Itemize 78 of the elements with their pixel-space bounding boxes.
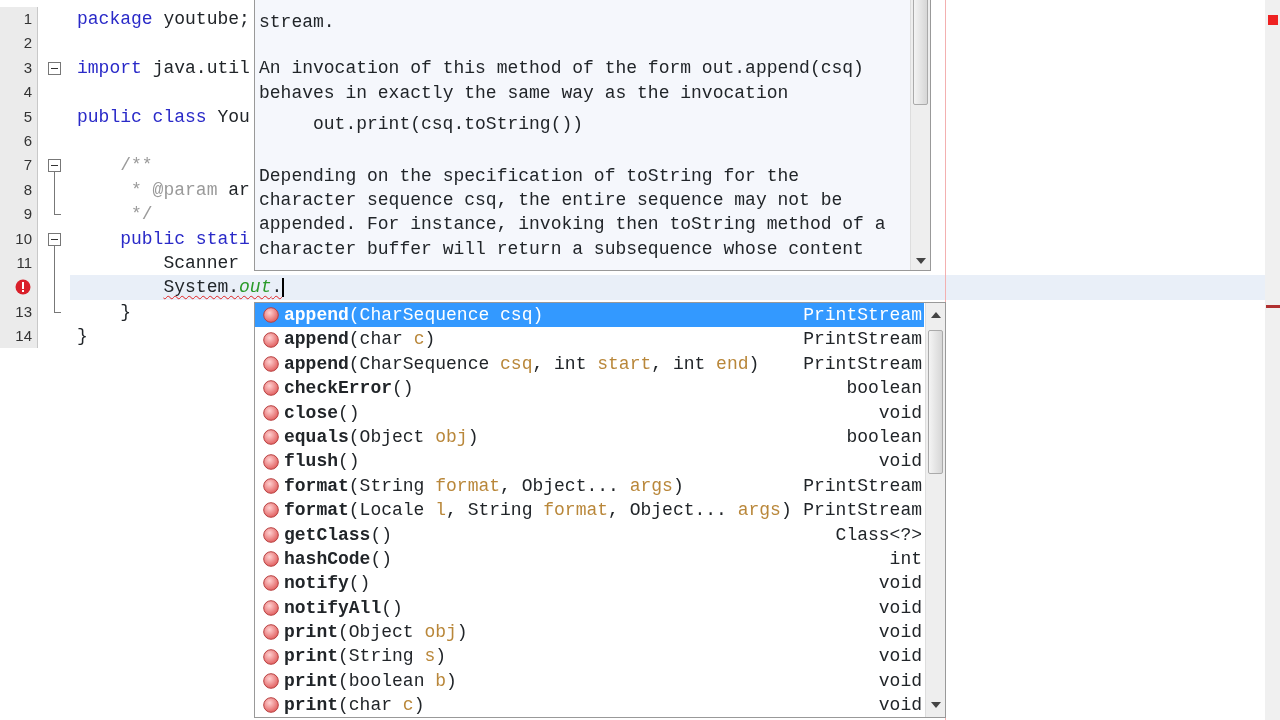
method-icon (263, 404, 279, 421)
completion-item[interactable]: print(String s) void (255, 644, 924, 669)
scrollbar-thumb[interactable] (913, 0, 928, 105)
method-icon (263, 307, 279, 324)
completion-item[interactable]: notifyAll() void (255, 595, 924, 621)
code-line: public class You (77, 106, 250, 127)
completion-item[interactable]: print(Object obj) void (255, 620, 924, 645)
error-marker[interactable] (1268, 15, 1278, 25)
line-number: 11 (16, 252, 32, 273)
completion-item[interactable]: close() void (255, 400, 924, 425)
completion-item[interactable]: notify() void (255, 571, 924, 596)
line-number: 1 (23, 9, 32, 29)
completion-item[interactable]: flush() void (255, 449, 924, 474)
error-marker[interactable] (1266, 305, 1280, 308)
completion-item[interactable]: format(Locale l, String format, Object... args) PrintStream (255, 498, 924, 523)
line-number: 10 (15, 228, 32, 249)
method-icon (263, 453, 279, 470)
collapse-icon[interactable] (48, 61, 61, 75)
completion-item[interactable]: append(CharSequence csq, int start, int end) PrintStream (255, 351, 924, 377)
doc-text: An invocation of this method of the form out.append(csq) (259, 57, 865, 81)
code-line: */ (130, 204, 153, 225)
line-number: 2 (23, 33, 32, 54)
method-icon (263, 697, 279, 714)
doc-text: stream. (259, 11, 336, 34)
code-line: * @param ar (130, 179, 250, 200)
doc-text: character buffer will return a subsequence whose content (259, 237, 865, 261)
method-icon (263, 551, 279, 568)
line-number: 3 (23, 57, 32, 78)
method-icon (263, 331, 279, 348)
completion-item[interactable]: equals(Object obj) boolean (255, 424, 924, 450)
scrollbar[interactable] (910, 0, 930, 270)
scroll-down-icon[interactable] (916, 258, 926, 264)
completion-item[interactable]: hashCode() int (255, 546, 924, 572)
code-line: import java.util (77, 57, 250, 78)
line-number: 8 (23, 179, 32, 200)
code-line: /** (119, 155, 153, 176)
collapse-icon[interactable] (48, 159, 61, 173)
completion-item[interactable]: append(char c) PrintStream (255, 327, 924, 352)
scroll-down-icon[interactable] (931, 702, 941, 708)
line-number: 13 (15, 301, 32, 322)
method-icon (263, 502, 279, 519)
code-line: package youtube; (77, 9, 250, 29)
completion-item[interactable]: print(char c) void (255, 693, 924, 717)
code-line: public stati (119, 228, 250, 249)
doc-text: character sequence csq, the entire sequence may not be (259, 188, 844, 212)
method-icon (263, 624, 279, 641)
method-icon (263, 380, 279, 397)
code-sample: out.print(csq.toString()) (313, 113, 585, 137)
method-icon (263, 575, 279, 592)
doc-text: behaves in exactly the same way as the invocation (259, 81, 790, 105)
code-line: Scanner (162, 252, 240, 273)
method-icon (263, 355, 279, 372)
line-number: 4 (23, 82, 32, 103)
code-line: } (119, 301, 132, 322)
code-line: System.out. (162, 277, 285, 298)
line-number: 14 (15, 326, 32, 347)
line-number: 7 (23, 155, 32, 176)
method-icon (263, 429, 279, 446)
completion-item[interactable]: checkError() boolean (255, 376, 924, 401)
method-icon (263, 477, 279, 494)
scroll-up-icon[interactable] (931, 312, 941, 318)
collapse-icon[interactable] (48, 232, 61, 246)
completion-item[interactable]: print(boolean b) void (255, 668, 924, 694)
line-number: 9 (23, 204, 32, 225)
completion-item[interactable]: format(String format, Object... args) PrintStream (255, 473, 924, 499)
scrollbar-thumb[interactable] (928, 330, 943, 474)
method-icon (263, 526, 279, 543)
line-number: 6 (23, 130, 32, 151)
completion-item[interactable]: getClass() Class<?> (255, 522, 924, 547)
doc-text: appended. For instance, invoking then toString method of a (259, 213, 887, 237)
code-line: } (77, 326, 88, 347)
method-icon (263, 648, 279, 665)
scrollbar[interactable] (925, 303, 945, 717)
error-icon[interactable] (15, 279, 31, 296)
doc-text: Depending on the specification of toString for the (259, 164, 801, 188)
line-number: 5 (23, 106, 32, 127)
method-icon (263, 599, 279, 616)
method-icon (263, 673, 279, 690)
